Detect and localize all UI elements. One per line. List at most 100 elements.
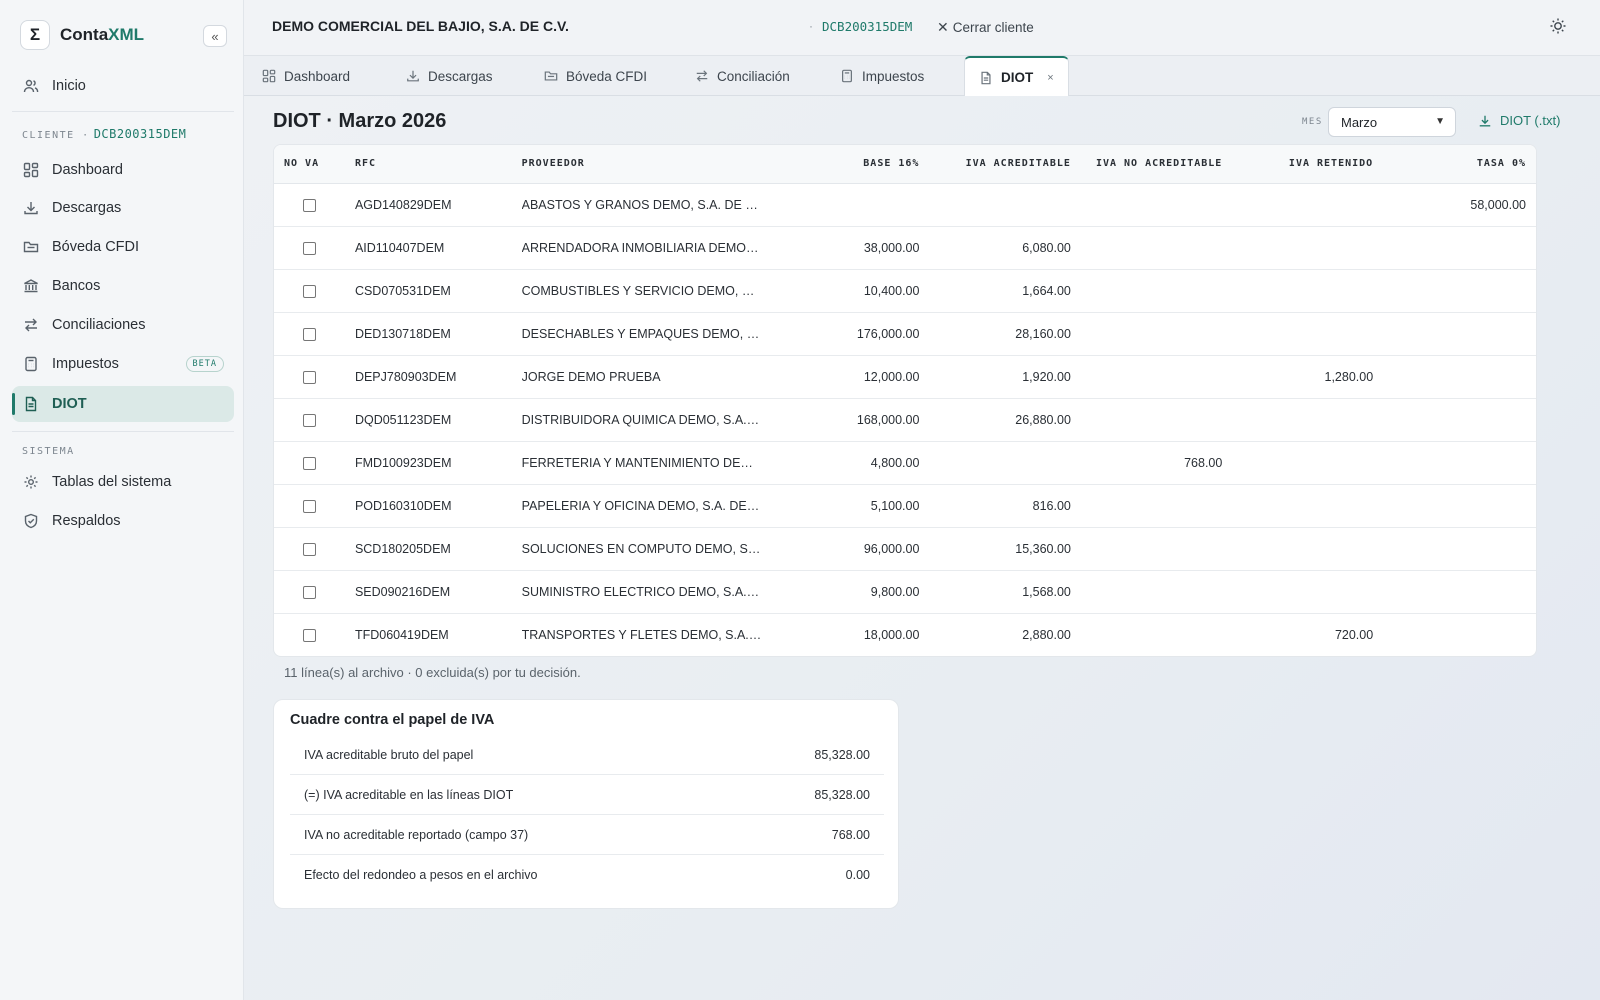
top-bar: DEMO COMERCIAL DEL BAJIO, S.A. DE C.V. ·… <box>244 0 1600 56</box>
close-client-button[interactable]: ✕ Cerrar cliente <box>937 19 1034 36</box>
sidebar-item-label: Impuestos <box>52 356 119 372</box>
sidebar-item-tablas-del-sistema[interactable]: Tablas del sistema <box>12 464 234 500</box>
sidebar-item-descargas[interactable]: Descargas <box>12 190 234 226</box>
sidebar-divider <box>12 431 234 432</box>
exclude-checkbox[interactable] <box>302 456 316 470</box>
exclude-checkbox[interactable] <box>302 284 316 298</box>
diot-table-card: NO VA RFC PROVEEDOR BASE 16% IVA ACREDIT… <box>273 144 1537 657</box>
cuadre-row-value: 85,328.00 <box>814 747 870 762</box>
exclude-checkbox[interactable] <box>302 327 316 341</box>
base-16-cell: 9,800.00 <box>771 570 930 614</box>
rfc-cell: AGD140829DEM <box>344 183 512 227</box>
sidebar-item-label: Inicio <box>52 78 86 94</box>
exclude-checkbox[interactable] <box>302 585 316 599</box>
proveedor-name: TRANSPORTES Y FLETES DEMO, S.A. DE C... <box>521 628 762 643</box>
sidebar-item-boveda-cfdi[interactable]: Bóveda CFDI <box>12 229 234 265</box>
sidebar-item-inicio[interactable]: Inicio <box>12 68 234 104</box>
tab-conciliacion[interactable]: Conciliación <box>695 56 790 96</box>
company-name: DEMO COMERCIAL DEL BAJIO, S.A. DE C.V. <box>272 18 569 34</box>
cuadre-row: Efecto del redondeo a pesos en el archiv… <box>290 855 884 895</box>
iva-no-acreditable-cell <box>1080 484 1233 528</box>
iva-acreditable-cell <box>929 441 1081 485</box>
tasa-0-cell <box>1383 312 1536 356</box>
tab-impuestos[interactable]: Impuestos <box>840 56 924 96</box>
swap-icon <box>22 316 40 334</box>
tasa-0-cell: 58,000.00 <box>1383 183 1536 227</box>
exclude-checkbox[interactable] <box>302 198 316 212</box>
tasa-0-cell <box>1383 398 1536 442</box>
month-select[interactable]: Marzo ▼ <box>1328 107 1456 137</box>
export-diot-button[interactable]: DIOT (.txt) <box>1478 113 1560 128</box>
tab-descargas[interactable]: Descargas <box>406 56 493 96</box>
tasa-0-cell <box>1383 527 1536 571</box>
proveedor-name: COMBUSTIBLES Y SERVICIO DEMO, S.A. D... <box>521 283 762 298</box>
column-header-rfc[interactable]: RFC <box>344 145 512 184</box>
client-section-title: CLIENTE · <box>22 130 90 141</box>
column-header-base-16[interactable]: BASE 16% <box>771 145 930 184</box>
exclude-checkbox[interactable] <box>302 499 316 513</box>
cuadre-row-value: 0.00 <box>845 868 870 882</box>
column-header-no-va[interactable]: NO VA <box>274 145 345 184</box>
exclude-checkbox[interactable] <box>302 370 316 384</box>
sidebar-item-impuestos[interactable]: Impuestos BETA <box>12 346 234 382</box>
client-rfc: DCB200315DEM <box>93 127 187 141</box>
column-header-iva-acreditable[interactable]: IVA ACREDITABLE <box>929 145 1081 184</box>
sidebar-item-conciliaciones[interactable]: Conciliaciones <box>12 307 234 343</box>
sidebar-item-dashboard[interactable]: Dashboard <box>12 152 234 188</box>
tasa-0-cell <box>1383 226 1536 270</box>
exclude-checkbox[interactable] <box>302 413 316 427</box>
exclude-checkbox[interactable] <box>302 542 316 556</box>
client-section-label: CLIENTE · DCB200315DEM <box>22 127 186 141</box>
rfc-cell: POD160310DEM <box>344 484 512 528</box>
proveedor-cell: PAPELERIA Y OFICINA DEMO, S.A. DE C.V. <box>511 484 772 528</box>
month-label: MES <box>1302 117 1323 127</box>
iva-no-acreditable-cell: 768.00 <box>1080 441 1233 485</box>
exclude-checkbox[interactable] <box>302 241 316 255</box>
swap-icon <box>695 69 709 83</box>
theme-toggle-button[interactable] <box>1546 16 1570 40</box>
company-separator: · <box>809 19 813 33</box>
tab-dashboard[interactable]: Dashboard <box>262 56 350 96</box>
sidebar-item-bancos[interactable]: Bancos <box>12 268 234 304</box>
tasa-0-cell <box>1383 269 1536 313</box>
brand[interactable]: Σ ContaXML <box>20 20 144 50</box>
no-va-cell <box>274 613 345 656</box>
sidebar-item-label: Respaldos <box>52 513 121 529</box>
collapse-sidebar-button[interactable]: « <box>203 25 227 47</box>
rfc-cell: DEPJ780903DEM <box>344 355 512 399</box>
proveedor-name: ARRENDADORA INMOBILIARIA DEMO, S.A.... <box>521 240 762 255</box>
tab-diot[interactable]: DIOT × <box>964 56 1069 97</box>
sidebar-item-diot[interactable]: DIOT <box>12 386 234 422</box>
no-va-cell <box>274 527 345 571</box>
iva-no-acreditable-cell <box>1080 355 1233 399</box>
file-icon <box>979 71 993 85</box>
iva-acreditable-cell: 1,664.00 <box>929 269 1081 313</box>
table-row: AGD140829DEM ABASTOS Y GRANOS DEMO, S.A. … <box>274 183 1536 227</box>
tab-label: Descargas <box>428 68 493 84</box>
proveedor-name: DISTRIBUIDORA QUIMICA DEMO, S.A. DE ... <box>521 412 762 427</box>
sidebar-item-label: Descargas <box>52 200 122 216</box>
base-16-cell: 176,000.00 <box>771 312 930 356</box>
iva-retenido-cell <box>1232 441 1384 485</box>
base-16-cell: 4,800.00 <box>771 441 930 485</box>
no-va-cell <box>274 398 345 442</box>
exclude-checkbox[interactable] <box>302 628 316 642</box>
tab-boveda-cfdi[interactable]: Bóveda CFDI <box>544 56 647 96</box>
close-client-label: Cerrar cliente <box>952 20 1034 35</box>
column-header-proveedor[interactable]: PROVEEDOR <box>511 145 772 184</box>
download-icon <box>22 199 40 217</box>
iva-acreditable-cell: 26,880.00 <box>929 398 1081 442</box>
column-header-iva-retenido[interactable]: IVA RETENIDO <box>1232 145 1384 184</box>
iva-acreditable-cell: 15,360.00 <box>929 527 1081 571</box>
close-tab-icon[interactable]: × <box>1047 72 1053 84</box>
column-header-iva-no-acreditable[interactable]: IVA NO ACREDITABLE <box>1080 145 1233 184</box>
iva-no-acreditable-cell <box>1080 183 1233 227</box>
folder-icon <box>544 69 558 83</box>
page-title: DIOT · Marzo 2026 <box>273 110 447 132</box>
table-row: SCD180205DEM SOLUCIONES EN COMPUTO DEMO, … <box>274 527 1536 571</box>
sidebar-item-respaldos[interactable]: Respaldos <box>12 503 234 539</box>
proveedor-cell: SUMINISTRO ELECTRICO DEMO, S.A. DE C... <box>511 570 772 614</box>
rfc-cell: FMD100923DEM <box>344 441 512 485</box>
column-header-tasa-0[interactable]: TASA 0% <box>1383 145 1536 184</box>
sidebar-item-label: Conciliaciones <box>52 317 146 333</box>
